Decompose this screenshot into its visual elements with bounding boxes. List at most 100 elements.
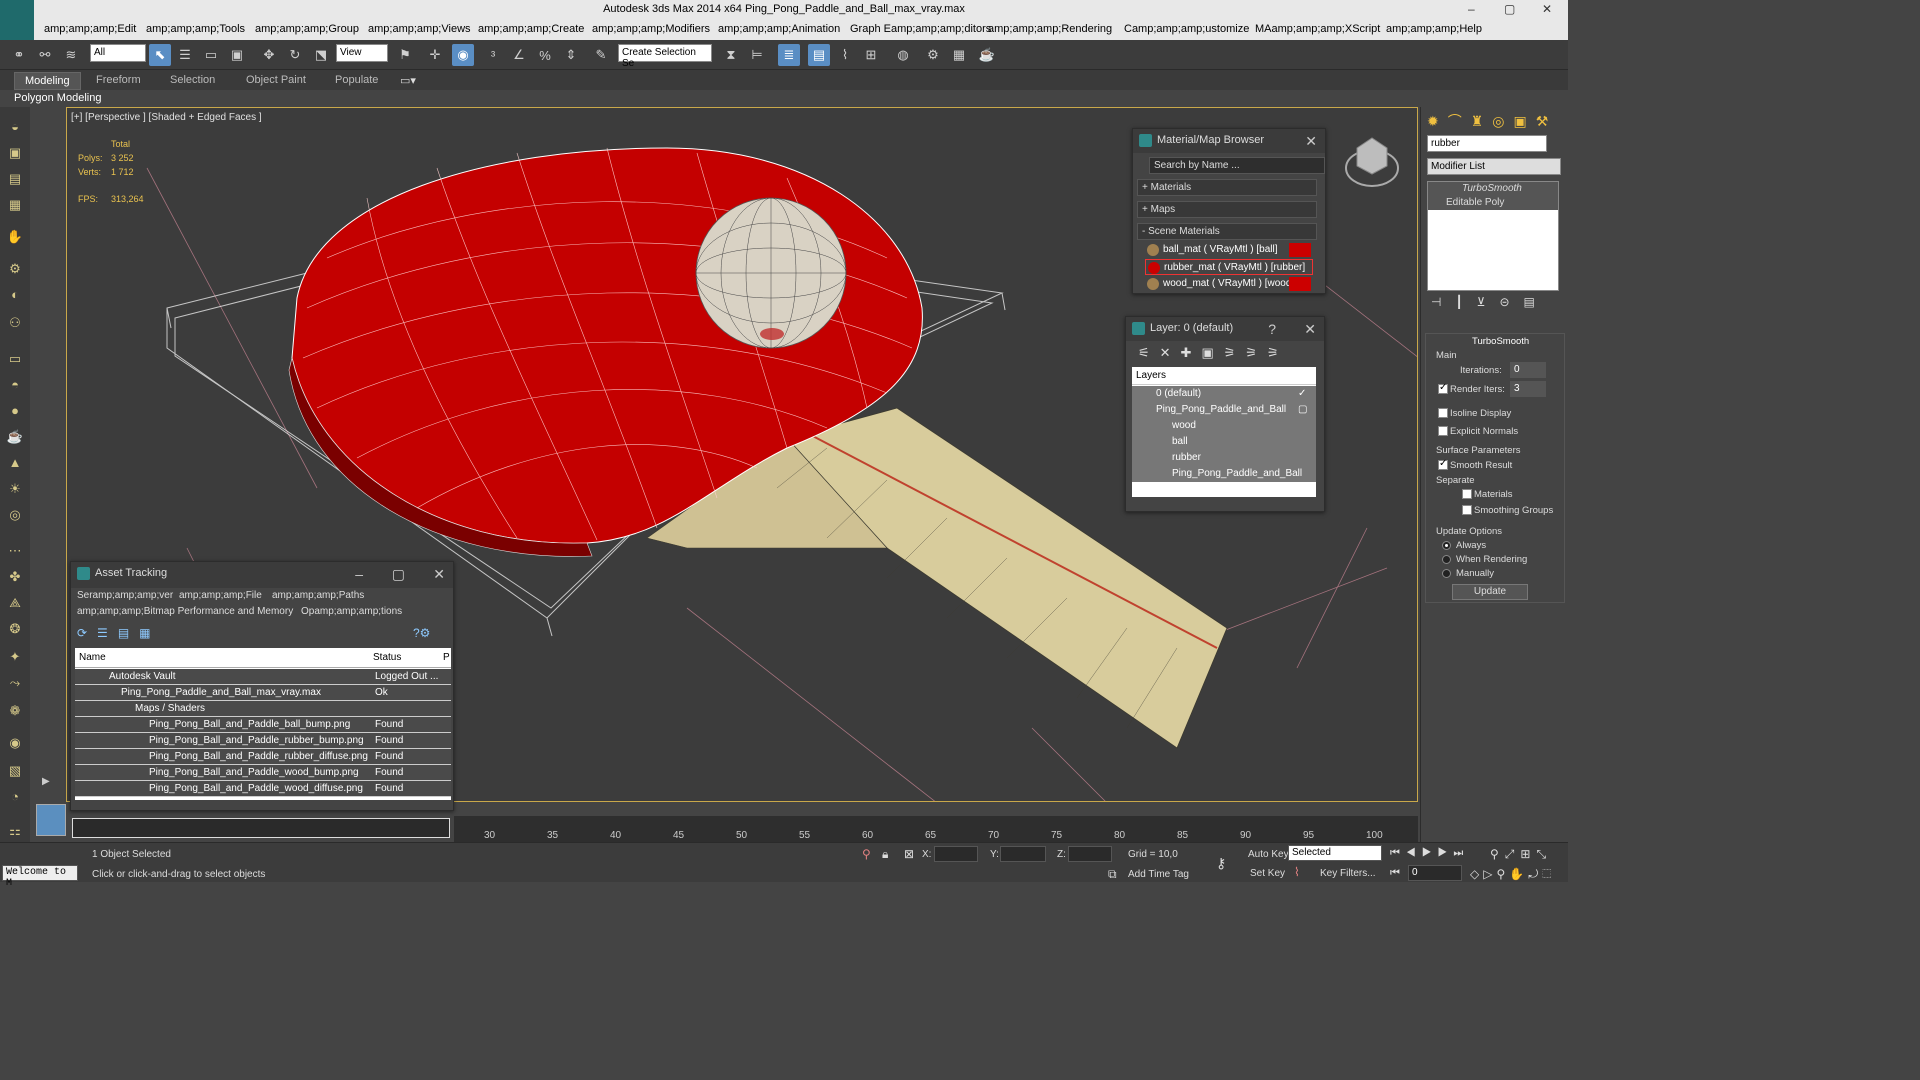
lock-selection-icon[interactable]: 🔒︎ bbox=[882, 847, 888, 862]
spinner-snap-icon[interactable]: ⇕ bbox=[560, 44, 582, 66]
playback-controls[interactable]: ⏮◀▶▶⏭ bbox=[1390, 847, 1469, 860]
rectangular-selection-icon[interactable]: ▭ bbox=[200, 44, 222, 66]
modifier-list-dropdown[interactable]: Modifier List bbox=[1427, 158, 1561, 175]
link-icon[interactable]: ⚭ bbox=[8, 44, 30, 66]
welcome-maxscript[interactable]: Welcome to M bbox=[2, 865, 78, 889]
move-icon[interactable]: ✥ bbox=[258, 44, 280, 66]
help-icon[interactable]: ? bbox=[1268, 321, 1276, 337]
set-key-icon[interactable]: ⚷ bbox=[1216, 855, 1226, 872]
maximize-icon[interactable]: ▢ bbox=[392, 566, 405, 583]
menu-group[interactable]: amp;amp;amp;Group bbox=[255, 23, 359, 35]
layer-toggle-icon[interactable]: ▢ bbox=[1298, 404, 1307, 415]
z-coordinate-field[interactable] bbox=[1068, 846, 1112, 862]
tab-freeform[interactable]: Freeform bbox=[96, 74, 141, 86]
table-row[interactable]: Maps / Shaders bbox=[75, 701, 451, 717]
stack-item-turbosmooth[interactable]: TurboSmooth bbox=[1428, 182, 1558, 196]
explicit-normals-checkbox[interactable] bbox=[1438, 426, 1448, 436]
sphere-icon[interactable]: ◓ bbox=[6, 377, 24, 395]
when-rendering-radio[interactable] bbox=[1442, 555, 1451, 564]
tool-icon[interactable]: ⤳ bbox=[6, 675, 24, 693]
key-filters-button[interactable]: Key Filters... bbox=[1320, 868, 1376, 879]
tool-icon[interactable]: ⚏ bbox=[6, 823, 24, 841]
graphite-tool-icon[interactable]: ◒ bbox=[6, 119, 24, 137]
window-crossing-icon[interactable]: ▣ bbox=[226, 44, 248, 66]
maxscript-listener-input[interactable] bbox=[72, 818, 450, 838]
always-radio[interactable] bbox=[1442, 541, 1451, 550]
viewport-navigation-controls[interactable]: ⚲⤢⊞⤡ bbox=[1490, 847, 1552, 862]
column-status[interactable]: Status bbox=[373, 652, 401, 663]
tool-icon[interactable]: ⋯ bbox=[6, 543, 24, 561]
isolate-icon[interactable]: ⚲ bbox=[862, 847, 871, 861]
asset-menu-options[interactable]: Opamp;amp;amp;tions bbox=[301, 606, 402, 617]
current-layer-check-icon[interactable]: ✓ bbox=[1298, 388, 1306, 399]
select-manipulate-icon[interactable]: ✛ bbox=[424, 44, 446, 66]
polygon-modeling-label[interactable]: Polygon Modeling bbox=[14, 92, 101, 104]
close-icon[interactable]: ✕ bbox=[1304, 321, 1316, 338]
smooth-result-checkbox[interactable] bbox=[1438, 458, 1448, 470]
absolute-mode-icon[interactable]: ⊠ bbox=[904, 847, 914, 861]
y-coordinate-field[interactable] bbox=[1000, 846, 1046, 862]
rendered-frame-window-icon[interactable]: ▦ bbox=[948, 44, 970, 66]
layer-object-rubber[interactable]: rubber bbox=[1172, 452, 1201, 463]
material-editor-icon[interactable]: ◍ bbox=[892, 44, 914, 66]
snaps-toggle-icon[interactable]: ³ bbox=[482, 44, 504, 66]
render-production-icon[interactable]: ☕ bbox=[976, 44, 998, 66]
keyboard-shortcut-override-icon[interactable]: ◉ bbox=[452, 44, 474, 66]
maximize-button[interactable]: ▢ bbox=[1504, 2, 1515, 16]
menu-edit[interactable]: amp;amp;amp;Edit bbox=[44, 23, 136, 35]
tab-modeling[interactable]: Modeling bbox=[14, 72, 81, 90]
table-row[interactable]: Ping_Pong_Ball_and_Paddle_ball_bump.png F… bbox=[75, 717, 451, 733]
expand-arrow-icon[interactable]: ▶ bbox=[42, 776, 50, 787]
box-icon[interactable]: ▭ bbox=[6, 351, 24, 369]
viewport-label[interactable]: [+] [Perspective ] [Shaded + Edged Faces… bbox=[71, 112, 262, 123]
mini-viewport-icon[interactable] bbox=[36, 804, 66, 836]
maps-group[interactable]: + Maps bbox=[1137, 201, 1317, 218]
materials-group[interactable]: + Materials bbox=[1137, 179, 1317, 196]
rotate-icon[interactable]: ↻ bbox=[284, 44, 306, 66]
asset-menu-bitmap[interactable]: amp;amp;amp;Bitmap Performance and Memor… bbox=[77, 606, 293, 617]
table-row[interactable]: Ping_Pong_Paddle_and_Ball_max_vray.max Ok bbox=[75, 685, 451, 701]
key-mode-toggle-icon[interactable]: ⏮ bbox=[1390, 867, 1400, 880]
unlink-icon[interactable]: ⚯ bbox=[34, 44, 56, 66]
curve-editor-icon[interactable]: ⌇ bbox=[834, 44, 856, 66]
scene-materials-group[interactable]: - Scene Materials bbox=[1137, 223, 1317, 240]
close-button[interactable]: ✕ bbox=[1542, 2, 1552, 16]
percent-snap-icon[interactable]: % bbox=[534, 44, 556, 66]
render-iters-spinner[interactable]: 3 bbox=[1510, 381, 1546, 397]
tool-icon[interactable]: ❁ bbox=[6, 703, 24, 721]
update-button[interactable]: Update bbox=[1452, 584, 1528, 600]
menu-animation[interactable]: amp;amp;amp;Animation bbox=[718, 23, 840, 35]
menu-maxscript[interactable]: MAamp;amp;amp;XScript bbox=[1255, 23, 1380, 35]
time-tag-icon[interactable]: ⧉ bbox=[1108, 867, 1117, 882]
material-item-wood[interactable]: wood_mat ( VRayMtl ) [wood] bbox=[1145, 276, 1313, 292]
ribbon-options-icon[interactable]: ▭▾ bbox=[400, 74, 416, 87]
menu-tools[interactable]: amp;amp;amp;Tools bbox=[146, 23, 245, 35]
menu-rendering[interactable]: amp;amp;amp;Rendering bbox=[988, 23, 1112, 35]
object-name-input[interactable]: rubber bbox=[1427, 135, 1547, 152]
key-mode-dropdown[interactable]: Selected bbox=[1288, 845, 1382, 861]
tab-object-paint[interactable]: Object Paint bbox=[246, 74, 306, 86]
tool-icon[interactable]: ◐ bbox=[6, 287, 24, 305]
smoothing-groups-checkbox[interactable] bbox=[1462, 505, 1472, 515]
align-icon[interactable]: ⊨ bbox=[746, 44, 768, 66]
menu-create[interactable]: amp;amp;amp;Create bbox=[478, 23, 584, 35]
materials-checkbox[interactable] bbox=[1462, 489, 1472, 499]
tool-icon[interactable]: ❂ bbox=[6, 621, 24, 639]
table-row[interactable]: Ping_Pong_Ball_and_Paddle_wood_diffuse.p… bbox=[75, 781, 451, 797]
tool-icon[interactable]: ⚙ bbox=[6, 261, 24, 279]
asset-toolbar[interactable]: ⟳☰▤▦ bbox=[77, 626, 161, 640]
close-icon[interactable]: ✕ bbox=[433, 566, 445, 583]
light-icon[interactable]: ☀ bbox=[6, 481, 24, 499]
current-frame-field[interactable]: 0 bbox=[1408, 865, 1462, 881]
menu-help[interactable]: amp;amp;amp;Help bbox=[1386, 23, 1482, 35]
material-search-input[interactable]: Search by Name ... bbox=[1149, 157, 1325, 174]
edit-named-selection-icon[interactable]: ✎ bbox=[590, 44, 612, 66]
select-object-icon[interactable]: ⬉ bbox=[149, 44, 171, 66]
material-item-ball[interactable]: ball_mat ( VRayMtl ) [ball] bbox=[1145, 242, 1313, 258]
cone-icon[interactable]: ▲ bbox=[6, 455, 24, 473]
torus-icon[interactable]: ◎ bbox=[6, 507, 24, 525]
isoline-display-checkbox[interactable] bbox=[1438, 408, 1448, 418]
tool-icon[interactable]: ⟁ bbox=[6, 595, 24, 613]
tool-icon[interactable]: ✋ bbox=[6, 229, 24, 247]
command-panel-tabs[interactable]: ✹⌒♜◎▣⚒ bbox=[1427, 111, 1557, 131]
